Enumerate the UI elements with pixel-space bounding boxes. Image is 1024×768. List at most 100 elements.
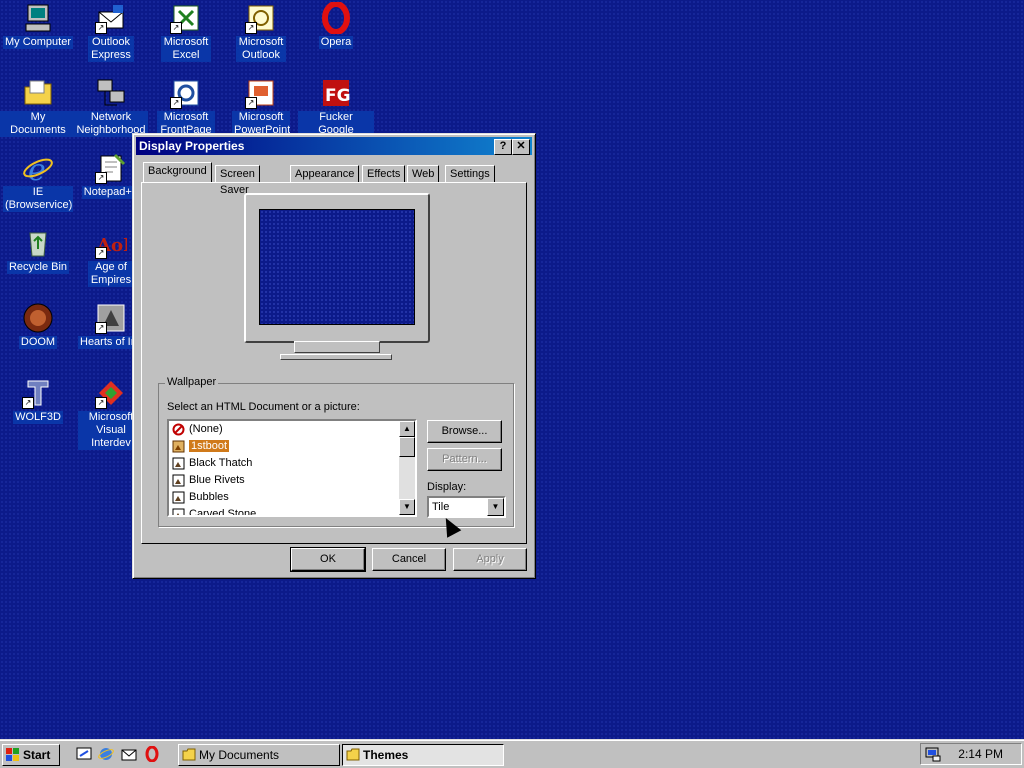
shortcut-arrow-icon: ↗ [95,397,107,409]
folder-icon [346,748,360,761]
desktop-icon-network-neighborhood[interactable]: Network Neighborhood [73,77,149,137]
shortcut-arrow-icon: ↗ [245,97,257,109]
desktop-icon-opera[interactable]: Opera [298,1,374,49]
shortcut-arrow-icon: ↗ [170,22,182,34]
display-label: Display: [427,481,467,493]
browse-button[interactable]: Browse... [427,420,502,443]
wallpaper-group-title: Wallpaper [165,376,219,388]
desktop-icon-outlook-express[interactable]: ↗ Outlook Express [73,2,149,62]
windows-logo-icon [6,748,19,761]
clock[interactable]: 2:14 PM [958,744,1003,764]
close-icon: ✕ [516,140,526,152]
scroll-thumb[interactable] [399,437,415,457]
monitor-stand [294,341,380,353]
list-item[interactable]: Bubbles [169,489,415,506]
desktop-icon-outlook[interactable]: ↗ Microsoft Outlook [223,2,299,62]
background-tab-panel: Wallpaper Select an HTML Document or a p… [141,182,527,544]
shortcut-arrow-icon: ↗ [95,22,107,34]
display-settings-icon[interactable] [925,746,941,762]
tab-background[interactable]: Background [143,162,212,182]
svg-text:FG: FG [325,86,351,106]
task-themes[interactable]: Themes [342,744,504,766]
pattern-button[interactable]: Pattern... [427,448,502,471]
up-arrow-icon: ▲ [403,424,411,433]
folder-icon [182,748,196,761]
desktop-icon-frontpage[interactable]: ↗ Microsoft FrontPage [148,77,224,140]
tab-screen-saver[interactable]: Screen Saver [215,165,260,196]
tab-settings[interactable]: Settings [445,165,495,182]
ok-button[interactable]: OK [290,547,366,572]
internet-explorer-icon[interactable] [98,746,114,762]
picture-icon [172,440,185,453]
age-of-empires-icon: AoE ↗ [95,227,137,259]
title-bar[interactable]: Display Properties ? ✕ [136,137,532,155]
none-icon [172,423,185,436]
wallpaper-list[interactable]: (None) 1stboot Black Thatch Blue Rivets … [167,419,417,517]
desktop-icon-my-computer[interactable]: My Computer [0,2,76,49]
select-picture-label: Select an HTML Document or a picture: [167,401,360,413]
cancel-button[interactable]: Cancel [372,548,446,571]
taskbar: Start My Documents Themes 2:14 PM [0,739,1024,768]
shortcut-arrow-icon: ↗ [95,172,107,184]
wallpaper-group: Wallpaper Select an HTML Document or a p… [158,376,514,527]
internet-explorer-icon: e [22,152,54,188]
shortcut-arrow-icon: ↗ [22,397,34,409]
list-item[interactable]: Blue Rivets [169,472,415,489]
monitor-preview [244,193,430,343]
hearts-of-iron-icon: ↗ [95,302,127,334]
recycle-bin-icon [22,227,54,259]
opera-icon[interactable] [144,746,160,762]
scroll-down-button[interactable]: ▼ [399,499,415,515]
outlook-icon: ↗ [245,2,277,34]
picture-icon [172,474,185,487]
desktop-icon-powerpoint[interactable]: ↗ Microsoft PowerPoint [223,77,299,140]
tab-effects[interactable]: Effects [362,165,406,182]
list-item[interactable]: (None) [169,421,415,438]
scroll-up-button[interactable]: ▲ [399,421,415,437]
powerpoint-icon: ↗ [245,77,277,109]
wolf3d-icon: ↗ [22,377,54,409]
doom-icon [22,302,54,334]
outlook-express-icon[interactable] [121,746,137,762]
display-mode-value: Tile [432,501,450,513]
desktop-icon-doom[interactable]: DOOM [0,302,76,349]
desktop-icon-ie[interactable]: e IE (Browservice) [0,152,76,212]
help-button[interactable]: ? [494,139,512,155]
start-button[interactable]: Start [2,744,60,766]
desktop-icon-recycle-bin[interactable]: Recycle Bin [0,227,76,274]
shortcut-arrow-icon: ↗ [95,322,107,334]
frontpage-icon: ↗ [170,77,202,109]
tab-appearance[interactable]: Appearance [290,165,360,182]
desktop-icon-wolf3d[interactable]: ↗ WOLF3D [0,377,76,424]
list-item[interactable]: Black Thatch [169,455,415,472]
computer-icon [22,2,54,34]
list-item[interactable]: 1stboot [169,438,415,455]
shortcut-arrow-icon: ↗ [95,247,107,259]
desktop-icon-google-antivirus[interactable]: FG Fucker Google Antivirus 2019 [298,77,374,140]
close-button[interactable]: ✕ [512,139,530,155]
network-icon [95,77,127,109]
list-scrollbar[interactable]: ▲ ▼ [399,421,415,515]
antivirus-icon: FG [320,77,352,109]
shortcut-arrow-icon: ↗ [245,22,257,34]
outlook-express-icon: ↗ [95,2,127,34]
chevron-down-icon[interactable]: ▼ [487,498,504,516]
task-my-documents[interactable]: My Documents [178,744,340,766]
picture-icon [172,508,185,515]
wallpaper-preview [259,209,415,325]
notepad-icon: ↗ [95,152,127,184]
svg-text:e: e [28,153,46,184]
visual-interdev-icon: ↗ [95,377,127,409]
picture-icon [172,457,185,470]
system-tray: 2:14 PM [920,743,1022,765]
monitor-base [280,354,392,360]
tab-web[interactable]: Web [407,165,440,182]
apply-button[interactable]: Apply [453,548,527,571]
show-desktop-icon[interactable] [76,746,92,762]
list-item[interactable]: Carved Stone [169,506,415,515]
display-mode-select[interactable]: Tile ▼ [427,496,506,518]
desktop-icon-my-documents[interactable]: My Documents [0,77,76,137]
task-label: My Documents [199,748,280,762]
desktop-icon-excel[interactable]: ↗ Microsoft Excel [148,2,224,62]
opera-icon [320,1,352,35]
